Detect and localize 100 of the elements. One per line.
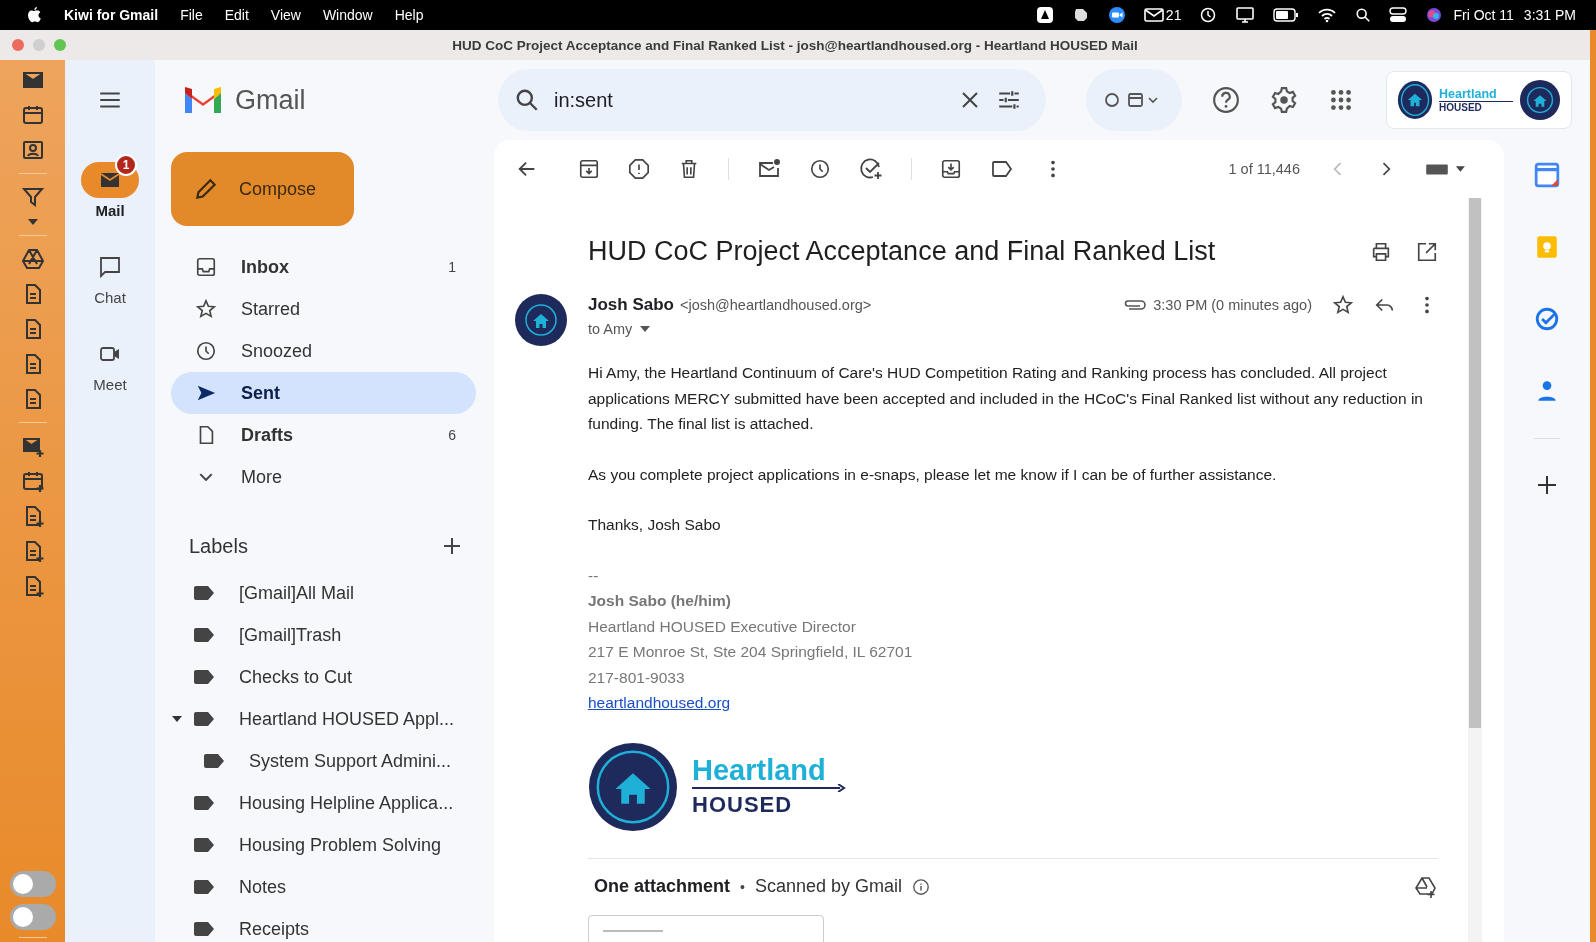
label-item[interactable]: System Support Admini... (171, 740, 476, 782)
rail-tab[interactable]: Chat (81, 239, 139, 306)
account-switcher[interactable]: Heartland HOUSED (1386, 71, 1572, 129)
signature-line: 217-801-9033 (588, 667, 686, 688)
folder-item[interactable]: Starred (171, 288, 476, 330)
zoom-icon[interactable] (1107, 6, 1126, 24)
menu-item[interactable]: Window (322, 7, 373, 23)
label-item[interactable]: Receipts (171, 908, 476, 942)
search-icon[interactable] (1355, 7, 1372, 23)
label-item[interactable]: Checks to Cut (171, 656, 476, 698)
menu-item[interactable]: View (270, 7, 301, 23)
close-window-icon[interactable] (12, 39, 24, 51)
sent-time: 3:30 PM (0 minutes ago) (1153, 297, 1312, 313)
label-item[interactable]: Housing Problem Solving (171, 824, 476, 866)
gmail-wordmark: Gmail (235, 84, 306, 116)
label-tag-icon (193, 669, 215, 685)
archive-icon[interactable] (578, 158, 600, 180)
body-paragraph: As you complete project applications in e-snaps, please let me know if I can be of further assistance. (588, 464, 1278, 485)
mail-icon (1143, 7, 1164, 23)
label-item[interactable]: Housing Helpline Applica... (171, 782, 476, 824)
apple-icon[interactable] (26, 6, 42, 24)
body-paragraph: Thanks, Josh Sabo (588, 515, 722, 535)
star-icon[interactable] (1332, 294, 1354, 316)
caret-icon (640, 326, 651, 332)
settings-icon[interactable] (1270, 86, 1298, 114)
contact-card-icon[interactable] (20, 138, 45, 162)
add-label-icon[interactable] (442, 536, 462, 556)
clock-icon[interactable] (809, 158, 831, 180)
search-icon[interactable] (514, 87, 540, 113)
signature-line: 217 E Monroe St, Ste 204 Springfield, IL 62701 (588, 642, 914, 662)
filter-icon[interactable] (20, 185, 45, 209)
chevron-down-icon (199, 473, 213, 481)
pencil-icon (193, 176, 219, 202)
print-icon[interactable] (1370, 240, 1392, 263)
separator-dot: • (740, 878, 745, 895)
scan-note: Scanned by Gmail (754, 876, 902, 897)
star-icon (195, 298, 217, 320)
app-menu[interactable]: Kiwi for Gmail (64, 7, 159, 23)
label-tag-icon (203, 753, 225, 769)
menu-item[interactable]: File (180, 7, 203, 23)
label-item[interactable]: Heartland HOUSED Appl... (171, 698, 476, 740)
unread-badge: 1 (115, 154, 137, 176)
folder-item[interactable]: Snoozed (171, 330, 476, 372)
scrollbar[interactable] (1469, 198, 1481, 728)
battery-icon[interactable] (1273, 8, 1300, 22)
add-icon[interactable] (1535, 473, 1559, 497)
label-tag-icon (193, 627, 215, 643)
rail-tab[interactable]: Meet (81, 326, 139, 393)
signature-line: Heartland HOUSED Executive Director (588, 616, 857, 637)
folder-item[interactable]: Sent (171, 372, 476, 414)
label-item[interactable]: [Gmail]All Mail (171, 572, 476, 614)
tasks-icon[interactable] (1534, 306, 1560, 332)
move-to-icon[interactable] (940, 158, 962, 180)
add-task-icon[interactable] (859, 157, 883, 181)
label-item[interactable]: [Gmail]Trash (171, 614, 476, 656)
wifi-icon[interactable] (1317, 7, 1338, 23)
message-counter: 1 of 11,446 (1228, 161, 1300, 177)
toggle-switch[interactable] (9, 904, 56, 930)
folder-item[interactable]: More (171, 456, 476, 498)
compose-button[interactable]: Compose (171, 152, 354, 226)
avatar-icon[interactable] (1519, 79, 1561, 121)
help-icon[interactable] (1212, 86, 1240, 114)
chat-icon (98, 255, 122, 279)
caret-icon[interactable] (26, 218, 39, 226)
search-field[interactable]: in:sent (498, 69, 1046, 131)
apps-grid-icon[interactable] (1328, 87, 1354, 113)
report-spam-icon[interactable] (628, 158, 650, 180)
menu-bar-date[interactable]: Fri Oct 11 (1453, 7, 1514, 23)
website-link[interactable]: heartlandhoused.org (588, 690, 731, 716)
menu-item[interactable]: Edit (224, 7, 249, 23)
add-to-drive-icon[interactable] (1414, 874, 1438, 899)
sender-name: Josh Sabo (588, 295, 674, 315)
label-tag-icon (193, 795, 215, 811)
siri-icon[interactable] (1425, 6, 1444, 24)
avatar-icon (514, 293, 568, 347)
status-icon[interactable] (1035, 6, 1054, 24)
folder-item[interactable]: Drafts 6 (171, 414, 476, 456)
menu-item[interactable]: Help (394, 7, 424, 23)
logo-text: HOUSED (692, 791, 794, 818)
body-paragraph: Hi Amy, the Heartland Continuum of Care's HUD Competition Rating and Ranking process has concluded. All project applications MERCY submitted have been accepted and included in the HCoC's Final Ranked list without any reduction in funding. The final list is attached. (588, 363, 1424, 434)
toggle-switch[interactable] (9, 871, 56, 897)
display-icon[interactable] (1235, 6, 1256, 24)
mail-status[interactable]: 21 (1143, 7, 1182, 23)
caret-icon[interactable] (172, 714, 182, 724)
label-item[interactable]: Notes (171, 866, 476, 908)
folder-item[interactable]: Inbox 1 (171, 246, 476, 288)
signature-name: Josh Sabo (he/him) (588, 591, 732, 611)
triangle-icon[interactable] (20, 247, 45, 271)
add-item-icon[interactable] (20, 469, 45, 493)
attachment-count: One attachment (594, 876, 731, 897)
calendar-icon[interactable] (20, 103, 45, 127)
calendar-icon[interactable] (1534, 162, 1560, 188)
menu-bar-time[interactable]: 3:31 PM (1523, 7, 1576, 23)
logo-text: HOUSED (1439, 102, 1483, 113)
label-tag-icon (193, 921, 215, 937)
open-in-new-window-icon[interactable] (1416, 240, 1438, 263)
history-icon[interactable] (1199, 6, 1218, 24)
recipients-toggle[interactable]: to Amy (588, 321, 651, 337)
control-center-icon[interactable] (1389, 6, 1408, 24)
info-icon[interactable] (912, 877, 930, 896)
